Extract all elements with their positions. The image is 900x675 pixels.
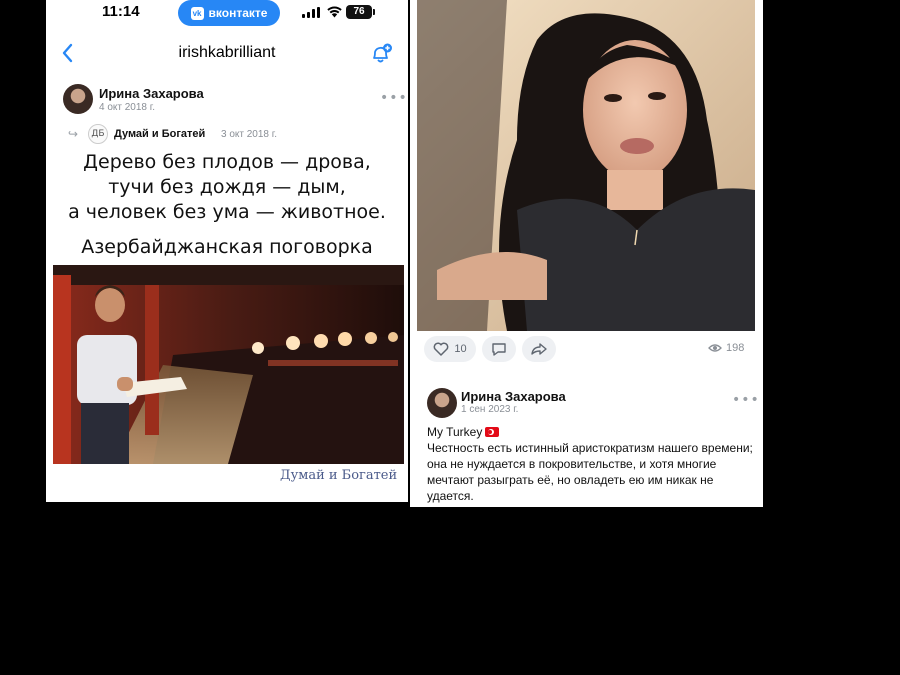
vk-app-label: вконтакте bbox=[208, 6, 268, 20]
repost-date: 3 окт 2018 г. bbox=[221, 129, 277, 140]
repost-arrow-icon: ↪ bbox=[68, 127, 79, 141]
group-logo[interactable]: ДБ bbox=[88, 124, 108, 144]
subscribe-bell-icon[interactable] bbox=[369, 42, 393, 64]
post-date: 1 сен 2023 г. bbox=[461, 404, 519, 415]
post-date: 4 окт 2018 г. bbox=[99, 102, 155, 113]
more-options-icon[interactable]: ••• bbox=[732, 392, 760, 408]
heart-icon bbox=[434, 342, 449, 356]
views-count: 198 bbox=[726, 342, 745, 354]
share-icon bbox=[531, 343, 547, 355]
wifi-icon bbox=[327, 6, 342, 18]
caption-body: Честность есть истинный аристократизм на… bbox=[427, 441, 753, 503]
quote-source: Азербайджанская поговорка bbox=[81, 236, 373, 258]
turkey-flag-icon bbox=[485, 427, 500, 437]
repost-header: ↪ ДБ Думай и Богатей 3 окт 2018 г. bbox=[46, 124, 408, 146]
repost-group-name[interactable]: Думай и Богатей bbox=[114, 128, 205, 140]
eye-icon bbox=[708, 344, 722, 352]
comment-icon bbox=[492, 342, 506, 356]
signal-icon bbox=[302, 7, 320, 18]
post-author[interactable]: Ирина Захарова bbox=[99, 86, 204, 101]
right-screenshot: 10 198 Ирина Захарова 1 сен 2023 г. ••• … bbox=[410, 0, 763, 507]
caption-title-line: My Turkey bbox=[427, 424, 757, 440]
quote-line: а человек без ума — животное. bbox=[68, 201, 386, 223]
post-image-man-reading[interactable] bbox=[53, 265, 404, 464]
battery-icon: 76 bbox=[346, 5, 375, 19]
author-avatar[interactable] bbox=[427, 388, 457, 418]
views-indicator: 198 bbox=[708, 342, 744, 354]
left-screenshot: 11:14 vk вконтакте 76 irishkabrilliant И… bbox=[46, 0, 408, 502]
share-button[interactable] bbox=[522, 336, 556, 362]
quote-text: Дерево без плодов — дрова, тучи без дожд… bbox=[54, 150, 400, 225]
image-watermark: Думай и Богатей bbox=[280, 468, 398, 483]
post-caption: My Turkey Честность есть истинный аристо… bbox=[427, 424, 757, 504]
comment-button[interactable] bbox=[482, 336, 516, 362]
like-button[interactable]: 10 bbox=[424, 336, 476, 362]
caption-title: My Turkey bbox=[427, 425, 483, 439]
quote-line: Дерево без плодов — дрова, bbox=[83, 151, 371, 173]
post-photo-woman[interactable] bbox=[417, 0, 755, 331]
portrait-illustration bbox=[417, 0, 755, 331]
post-author[interactable]: Ирина Захарова bbox=[461, 389, 566, 404]
status-bar: 11:14 vk вконтакте 76 bbox=[46, 0, 408, 28]
vk-app-pill[interactable]: vk вконтакте bbox=[178, 0, 280, 26]
post-header: Ирина Захарова 4 окт 2018 г. ••• bbox=[46, 82, 408, 118]
author-avatar[interactable] bbox=[63, 84, 93, 114]
vk-logo-icon: vk bbox=[190, 6, 204, 20]
quote-line: тучи без дождя — дым, bbox=[108, 176, 346, 198]
status-time: 11:14 bbox=[102, 3, 140, 20]
more-options-icon[interactable]: ••• bbox=[380, 90, 408, 106]
like-count: 10 bbox=[454, 343, 467, 355]
post-actions-bar: 10 198 bbox=[410, 336, 763, 364]
page-title: irishkabrilliant bbox=[178, 44, 276, 61]
top-nav: irishkabrilliant bbox=[46, 36, 408, 72]
subway-reading-illustration bbox=[53, 265, 404, 464]
